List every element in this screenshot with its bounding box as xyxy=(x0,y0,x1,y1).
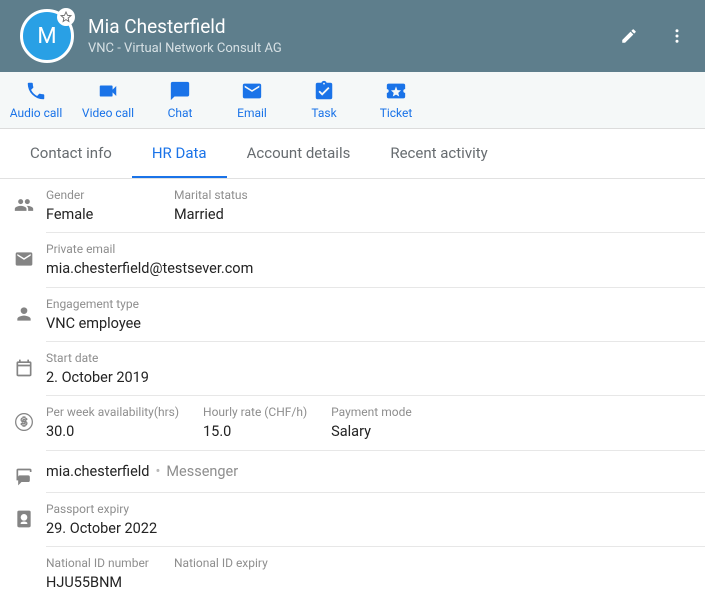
field-value: 29. October 2022 xyxy=(46,519,157,539)
tab-recent-activity[interactable]: Recent activity xyxy=(370,129,507,178)
messenger-type: Messenger xyxy=(166,463,238,480)
contact-header: M Mia Chesterfield VNC - Virtual Network… xyxy=(0,0,705,72)
chat-button[interactable]: Chat xyxy=(144,72,216,128)
contact-name: Mia Chesterfield xyxy=(88,16,617,39)
more-menu-button[interactable] xyxy=(665,24,689,48)
field-start-date: Start date 2. October 2019 xyxy=(46,350,174,387)
message-icon xyxy=(14,467,34,487)
row-engagement-type: Engagement type VNC employee xyxy=(46,288,705,342)
field-marital-status: Marital status Married xyxy=(174,187,302,224)
field-availability: Per week availability(hrs) 30.0 xyxy=(46,404,203,441)
tab-label: Contact info xyxy=(30,144,112,162)
field-hourly-rate: Hourly rate (CHF/h) 15.0 xyxy=(203,404,331,441)
row-gender-marital: Gender Female Marital status Married xyxy=(46,179,705,233)
field-value: VNC employee xyxy=(46,314,150,334)
row-national-id: National ID number HJU55BNM National ID … xyxy=(46,547,705,600)
field-payment-mode: Payment mode Salary xyxy=(331,404,459,441)
phone-icon xyxy=(25,80,47,102)
task-button[interactable]: Task xyxy=(288,72,360,128)
tab-hr-data[interactable]: HR Data xyxy=(132,129,227,178)
field-value: 2. October 2019 xyxy=(46,368,150,388)
field-label: Hourly rate (CHF/h) xyxy=(203,404,307,421)
video-call-button[interactable]: Video call xyxy=(72,72,144,128)
contact-company: VNC - Virtual Network Consult AG xyxy=(88,41,617,57)
more-vert-icon xyxy=(668,27,686,45)
field-value: 15.0 xyxy=(203,422,307,442)
action-label: Email xyxy=(237,106,267,120)
action-bar: Audio call Video call Chat Email Task Ti… xyxy=(0,72,705,129)
messenger-handle: mia.chesterfield xyxy=(46,463,149,480)
field-passport-expiry: Passport expiry 29. October 2022 xyxy=(46,501,181,538)
tab-contact-info[interactable]: Contact info xyxy=(10,129,132,178)
chat-icon xyxy=(169,80,191,102)
email-icon xyxy=(241,80,263,102)
field-label: Start date xyxy=(46,350,150,367)
field-value: Salary xyxy=(331,422,435,442)
field-label: Marital status xyxy=(174,187,278,204)
field-label: National ID expiry xyxy=(174,555,278,572)
action-label: Video call xyxy=(82,106,134,120)
email-button[interactable]: Email xyxy=(216,72,288,128)
star-outline-icon xyxy=(60,11,72,23)
people-icon xyxy=(14,195,34,215)
hr-details: Gender Female Marital status Married Pri… xyxy=(0,179,705,603)
field-label: Private email xyxy=(46,241,253,258)
field-value: Female xyxy=(46,205,150,225)
field-label: Passport expiry xyxy=(46,501,157,518)
field-engagement-type: Engagement type VNC employee xyxy=(46,296,174,333)
task-icon xyxy=(313,80,335,102)
field-label: Gender xyxy=(46,187,150,204)
passport-icon xyxy=(14,509,34,529)
tab-label: Recent activity xyxy=(390,144,487,162)
email-icon xyxy=(14,249,34,269)
field-label: National ID number xyxy=(46,555,150,572)
videocam-icon xyxy=(97,80,119,102)
action-label: Task xyxy=(311,106,336,120)
tab-account-details[interactable]: Account details xyxy=(227,129,371,178)
row-private-email: Private email mia.chesterfield@testsever… xyxy=(46,233,705,287)
field-label: Per week availability(hrs) xyxy=(46,404,179,421)
calendar-icon xyxy=(14,358,34,378)
person-icon xyxy=(14,304,34,324)
action-label: Chat xyxy=(168,106,193,120)
field-national-id-expiry: National ID expiry xyxy=(174,555,302,573)
edit-button[interactable] xyxy=(617,24,641,48)
avatar-initial: M xyxy=(37,24,56,49)
field-national-id-number: National ID number HJU55BNM xyxy=(46,555,174,592)
field-value: 30.0 xyxy=(46,422,179,442)
action-label: Audio call xyxy=(10,106,63,120)
row-messenger: mia.chesterfield • Messenger xyxy=(46,451,705,493)
favorite-star-badge[interactable] xyxy=(57,8,75,26)
field-label: Payment mode xyxy=(331,404,435,421)
field-gender: Gender Female xyxy=(46,187,174,224)
pencil-icon xyxy=(620,27,638,45)
ticket-button[interactable]: Ticket xyxy=(360,72,432,128)
money-icon xyxy=(14,412,34,432)
audio-call-button[interactable]: Audio call xyxy=(0,72,72,128)
avatar[interactable]: M xyxy=(20,9,74,63)
action-label: Ticket xyxy=(380,106,413,120)
field-value: HJU55BNM xyxy=(46,573,150,593)
row-start-date: Start date 2. October 2019 xyxy=(46,342,705,396)
field-label: Engagement type xyxy=(46,296,150,313)
dot-separator: • xyxy=(155,463,160,480)
header-name-block: Mia Chesterfield VNC - Virtual Network C… xyxy=(88,16,617,56)
tab-label: Account details xyxy=(247,144,351,162)
field-value: mia.chesterfield@testsever.com xyxy=(46,259,253,279)
field-value: Married xyxy=(174,205,278,225)
row-compensation: Per week availability(hrs) 30.0 Hourly r… xyxy=(46,396,705,450)
field-private-email: Private email mia.chesterfield@testsever… xyxy=(46,241,277,278)
tab-label: HR Data xyxy=(152,144,207,162)
row-passport-expiry: Passport expiry 29. October 2022 xyxy=(46,493,705,547)
tab-bar: Contact info HR Data Account details Rec… xyxy=(0,129,705,179)
ticket-icon xyxy=(385,80,407,102)
header-actions xyxy=(617,24,689,48)
